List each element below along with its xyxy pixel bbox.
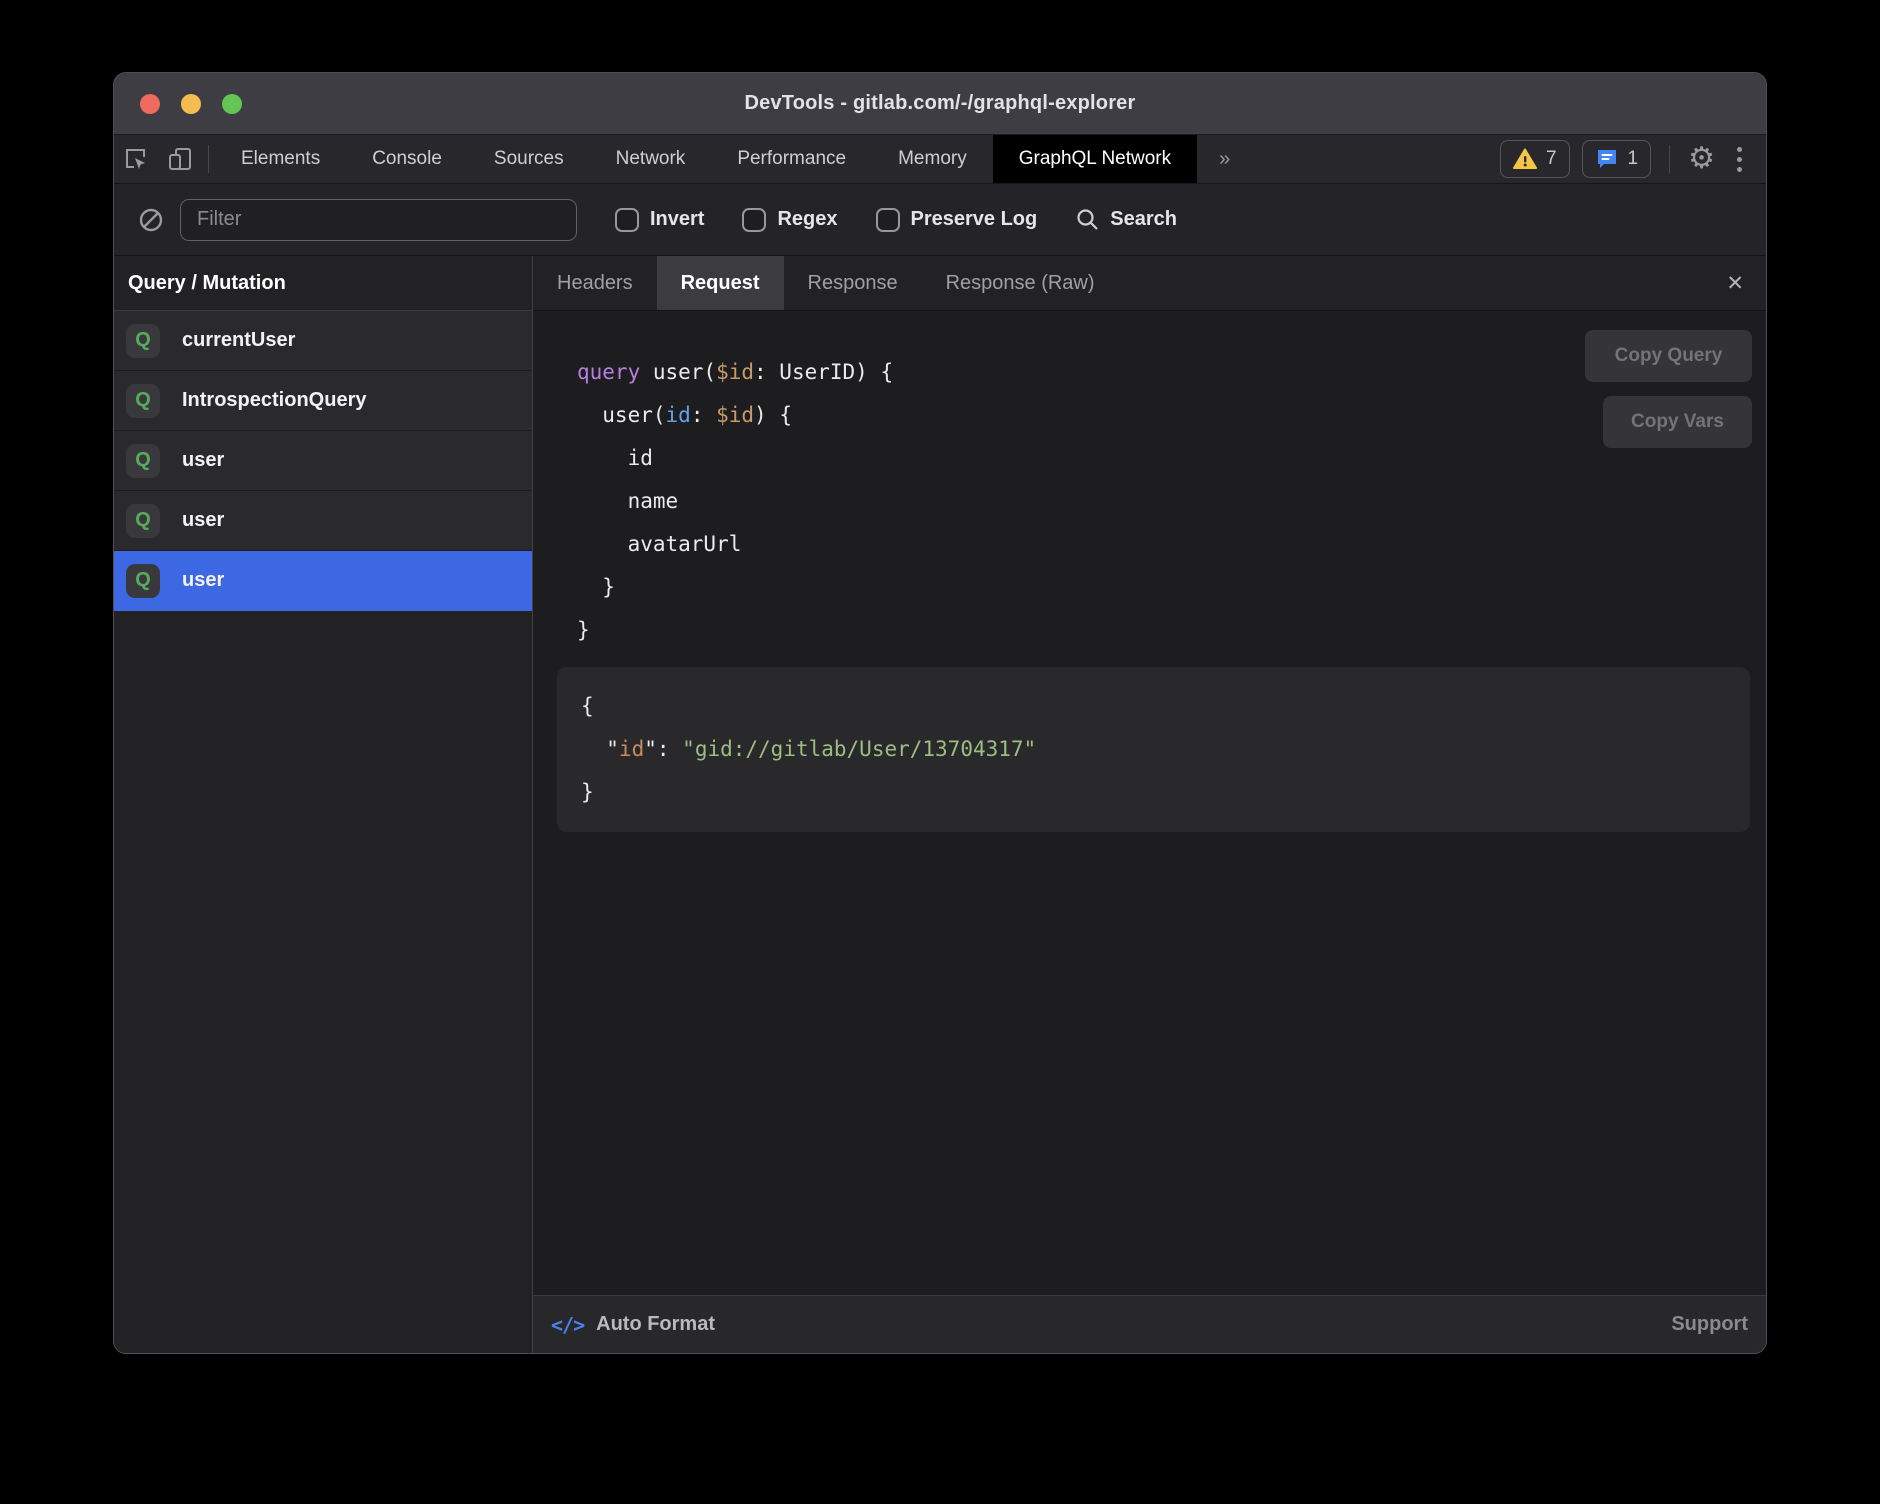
query-type-icon: Q [126,564,160,598]
query-type-icon: Q [126,444,160,478]
device-toolbar-icon[interactable] [158,135,202,183]
preserve-log-checkbox-group: Preserve Log [876,208,1038,232]
close-window-button[interactable] [140,94,160,114]
messages-badge[interactable]: 1 [1582,140,1652,178]
main-tab-bar: Elements Console Sources Network Perform… [114,135,1766,184]
message-icon [1595,147,1619,171]
tab-memory[interactable]: Memory [872,135,993,183]
query-type-icon: Q [126,324,160,358]
query-list-item[interactable]: Q user [114,431,532,491]
search-control[interactable]: Search [1075,207,1177,232]
query-name: IntrospectionQuery [182,389,366,412]
filter-input[interactable] [180,199,577,241]
query-name: currentUser [182,329,295,352]
traffic-lights [140,73,242,134]
title-bar: DevTools - gitlab.com/-/graphql-explorer [114,73,1766,135]
support-link[interactable]: Support [1671,1313,1748,1336]
regex-checkbox-group: Regex [742,208,837,232]
kebab-menu-icon[interactable] [1727,147,1752,172]
regex-checkbox[interactable] [742,208,766,232]
tab-elements[interactable]: Elements [215,135,346,183]
devtools-window: DevTools - gitlab.com/-/graphql-explorer… [113,72,1767,1354]
query-variables-box: { "id": "gid://gitlab/User/13704317"} [557,667,1750,832]
warning-icon [1513,148,1537,170]
request-view: query user($id: UserID) { user(id: $id) … [533,311,1766,1295]
query-name: user [182,569,224,592]
invert-label: Invert [650,208,704,231]
toolbar-divider [208,145,209,173]
query-list-item[interactable]: Q currentUser [114,311,532,371]
warning-count: 7 [1546,148,1557,170]
content-area: Query / Mutation Q currentUser Q Introsp… [114,256,1766,1353]
more-tabs-chevron-icon[interactable]: » [1197,135,1252,183]
invert-checkbox[interactable] [615,208,639,232]
preserve-log-label: Preserve Log [911,208,1038,231]
toolbar-right: 7 1 ⚙ [1500,135,1766,183]
minimize-window-button[interactable] [181,94,201,114]
panel-footer: </> Auto Format Support [533,1295,1766,1353]
message-count: 1 [1628,148,1639,170]
tab-sources[interactable]: Sources [468,135,590,183]
close-panel-icon[interactable]: ✕ [1704,256,1766,310]
tab-network[interactable]: Network [590,135,712,183]
code-brackets-icon: </> [551,1313,584,1337]
zoom-window-button[interactable] [222,94,242,114]
copy-query-button[interactable]: Copy Query [1585,330,1752,382]
warnings-badge[interactable]: 7 [1500,140,1570,178]
sidebar-header: Query / Mutation [114,256,532,311]
query-sidebar: Query / Mutation Q currentUser Q Introsp… [114,256,533,1353]
preserve-log-checkbox[interactable] [876,208,900,232]
query-name: user [182,509,224,532]
detail-tab-bar: Headers Request Response Response (Raw) … [533,256,1766,311]
tab-request[interactable]: Request [657,256,784,310]
window-title: DevTools - gitlab.com/-/graphql-explorer [744,92,1135,115]
query-name: user [182,449,224,472]
tab-headers[interactable]: Headers [533,256,657,310]
auto-format-button[interactable]: Auto Format [596,1313,715,1336]
settings-gear-icon[interactable]: ⚙ [1688,144,1715,174]
tab-response-raw[interactable]: Response (Raw) [922,256,1119,310]
toolbar-right-divider [1669,145,1670,173]
copy-vars-button[interactable]: Copy Vars [1603,396,1752,448]
invert-checkbox-group: Invert [615,208,704,232]
tab-performance[interactable]: Performance [711,135,872,183]
tab-response[interactable]: Response [784,256,922,310]
inspect-element-icon[interactable] [114,135,158,183]
block-icon[interactable] [138,207,164,233]
filter-bar: Invert Regex Preserve Log Search [114,184,1766,256]
graphql-query-code: query user($id: UserID) { user(id: $id) … [577,351,1766,652]
tab-console[interactable]: Console [346,135,468,183]
query-list-item[interactable]: Q IntrospectionQuery [114,371,532,431]
query-list-item[interactable]: Q user [114,491,532,551]
search-icon [1075,207,1100,232]
regex-label: Regex [777,208,837,231]
query-list-item-selected[interactable]: Q user [114,551,532,611]
tab-graphql-network[interactable]: GraphQL Network [993,135,1197,183]
search-label: Search [1110,208,1177,231]
detail-panel: Headers Request Response Response (Raw) … [533,256,1766,1353]
query-type-icon: Q [126,384,160,418]
query-type-icon: Q [126,504,160,538]
